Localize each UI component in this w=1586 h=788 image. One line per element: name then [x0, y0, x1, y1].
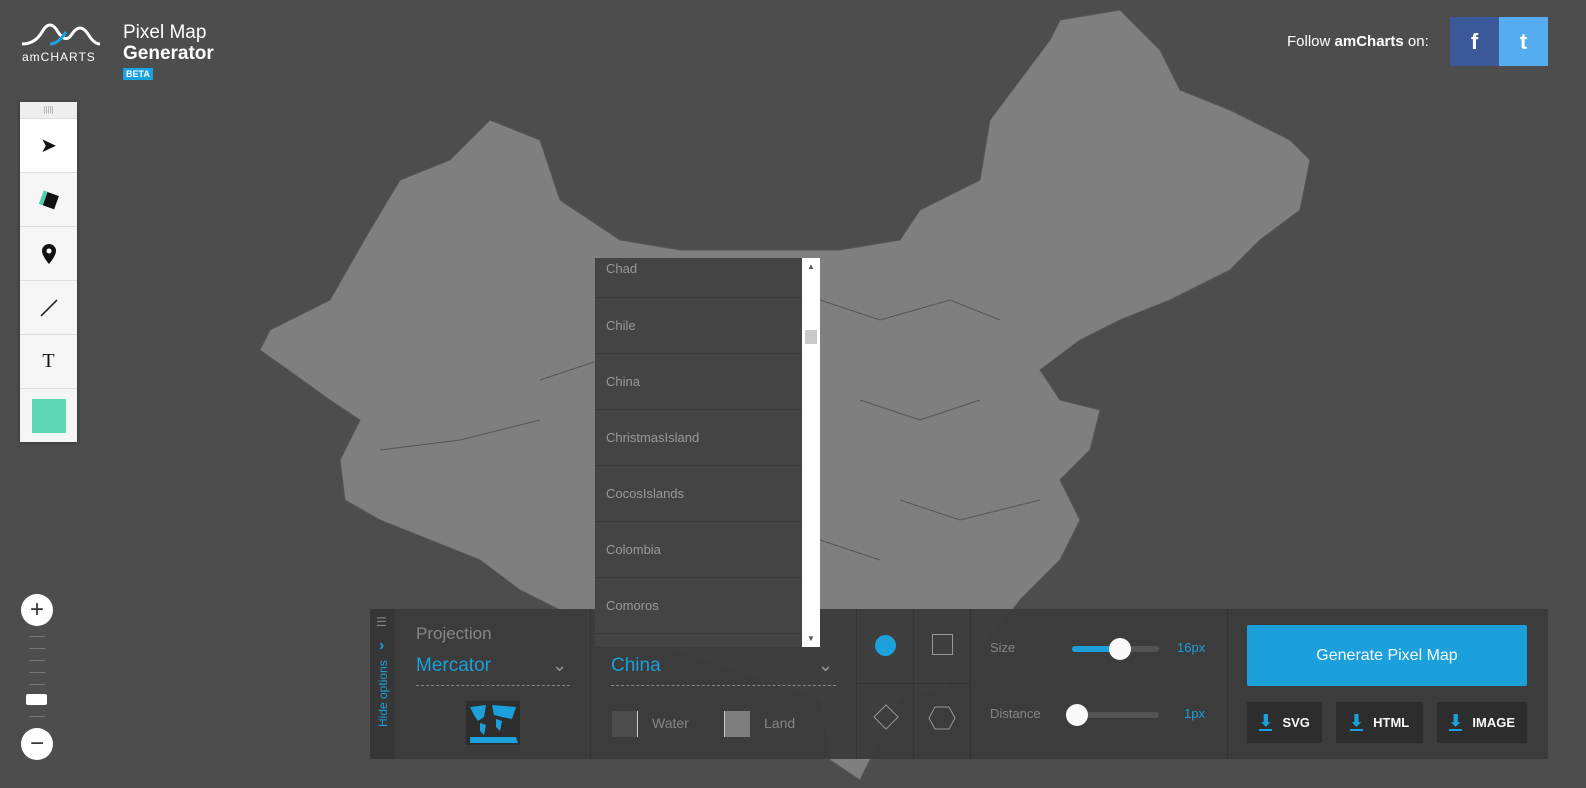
land-color-swatch[interactable]: [724, 711, 750, 737]
options-panel: ☰ › Hide options Projection Mercator ⌄ C…: [370, 609, 1548, 759]
text-tool[interactable]: T: [20, 334, 77, 388]
download-icon: ⬇: [1259, 712, 1273, 731]
size-slider-knob[interactable]: [1108, 638, 1131, 660]
scrollbar-thumb[interactable]: [805, 330, 817, 344]
scroll-up-icon[interactable]: ▲: [807, 262, 815, 271]
fill-tool[interactable]: [20, 172, 77, 226]
select-underline: [611, 685, 836, 686]
divider: [1227, 609, 1228, 759]
chevron-down-icon: ⌄: [818, 655, 834, 675]
line-icon: [39, 298, 58, 317]
zoom-tick: [29, 660, 45, 661]
select-tool[interactable]: ➤: [20, 118, 77, 172]
distance-slider-knob[interactable]: [1066, 704, 1088, 726]
follow-text: Follow amCharts on:: [1287, 33, 1429, 50]
app-title-line1: Pixel Map: [123, 22, 207, 43]
pattern-swatch-icon: [31, 398, 66, 433]
facebook-icon: f: [1470, 28, 1479, 54]
paint-bucket-icon: [38, 190, 59, 209]
land-label: Land: [764, 715, 796, 731]
download-icon: ⬇: [1448, 712, 1463, 731]
map-pin-icon: [41, 243, 56, 264]
plus-icon: +: [29, 596, 44, 623]
twitter-button[interactable]: t: [1499, 17, 1548, 66]
list-item[interactable]: Comoros: [595, 578, 802, 634]
select-underline: [416, 685, 570, 686]
pattern-tool[interactable]: [20, 388, 77, 442]
shape-diamond-button[interactable]: [856, 684, 913, 759]
divider: [590, 609, 591, 759]
shape-circle-button[interactable]: [856, 609, 913, 684]
download-image-button[interactable]: ⬇ IMAGE: [1437, 702, 1527, 743]
generate-pixel-map-button[interactable]: Generate Pixel Map: [1247, 625, 1527, 686]
zoom-in-button[interactable]: +: [21, 594, 53, 626]
size-value: 16px: [1177, 640, 1206, 655]
zoom-slider-handle[interactable]: [26, 694, 47, 705]
projection-value: Mercator: [416, 655, 491, 676]
menu-icon: ☰: [376, 615, 387, 629]
hide-options-label: Hide options: [376, 660, 390, 727]
beta-badge: BETA: [123, 68, 153, 80]
projection-label: Projection: [416, 624, 492, 643]
download-image-label: IMAGE: [1472, 715, 1516, 730]
hexagon-icon: [928, 706, 956, 730]
zoom-tick: [29, 716, 45, 717]
diamond-icon: [873, 704, 899, 730]
circle-icon: [875, 635, 896, 656]
hide-options-toggle[interactable]: ☰ › Hide options: [370, 609, 395, 759]
logo-brand-text: amCHARTS: [22, 50, 96, 64]
country-value: China: [611, 655, 661, 676]
zoom-tick: [29, 636, 45, 637]
text-icon: T: [42, 350, 55, 372]
projection-preview-icon: [466, 701, 520, 745]
tool-palette: ||||| ➤ T: [20, 102, 77, 442]
divider: [970, 609, 971, 759]
size-label: Size: [990, 640, 1016, 655]
zoom-tick: [29, 672, 45, 673]
logo-mark-icon: [21, 23, 101, 46]
app-title-line2: Generator: [123, 43, 214, 64]
cursor-icon: ➤: [40, 135, 57, 157]
shape-square-button[interactable]: [913, 609, 970, 684]
drag-handle[interactable]: |||||: [20, 102, 77, 118]
distance-value: 1px: [1184, 706, 1205, 721]
chevron-right-icon: ›: [379, 637, 385, 654]
minus-icon: −: [29, 730, 44, 757]
follow-suffix: on:: [1403, 33, 1429, 50]
country-dropdown-list[interactable]: Chad Chile China ChristmasIsland CocosIs…: [595, 258, 820, 647]
zoom-tick: [29, 648, 45, 649]
zoom-out-button[interactable]: −: [21, 728, 53, 760]
list-item[interactable]: Chile: [595, 298, 802, 354]
square-icon: [932, 634, 953, 655]
follow-brand: amCharts: [1334, 33, 1404, 50]
follow-prefix: Follow: [1287, 33, 1335, 50]
water-color-swatch[interactable]: [612, 711, 638, 737]
chevron-down-icon: ⌄: [552, 655, 568, 675]
twitter-icon: t: [1519, 28, 1528, 54]
scrollbar[interactable]: ▲ ▼: [802, 258, 820, 647]
amcharts-logo[interactable]: amCHARTS Pixel Map Generator BETA: [20, 18, 220, 88]
zoom-tick: [29, 684, 45, 685]
list-item[interactable]: Colombia: [595, 522, 802, 578]
scroll-down-icon[interactable]: ▼: [807, 634, 815, 643]
list-item[interactable]: China: [595, 354, 802, 410]
download-svg-button[interactable]: ⬇ SVG: [1247, 702, 1322, 743]
download-html-button[interactable]: ⬇ HTML: [1336, 702, 1423, 743]
facebook-button[interactable]: f: [1450, 17, 1499, 66]
download-icon: ⬇: [1349, 712, 1364, 731]
line-tool[interactable]: [20, 280, 77, 334]
download-html-label: HTML: [1373, 715, 1410, 730]
distance-label: Distance: [990, 706, 1041, 721]
download-svg-label: SVG: [1282, 715, 1310, 730]
list-item[interactable]: Chad: [595, 258, 802, 298]
list-item[interactable]: ChristmasIsland: [595, 410, 802, 466]
shape-hexagon-button[interactable]: [913, 684, 970, 759]
water-label: Water: [652, 715, 689, 731]
list-item[interactable]: CocosIslands: [595, 466, 802, 522]
marker-tool[interactable]: [20, 226, 77, 280]
